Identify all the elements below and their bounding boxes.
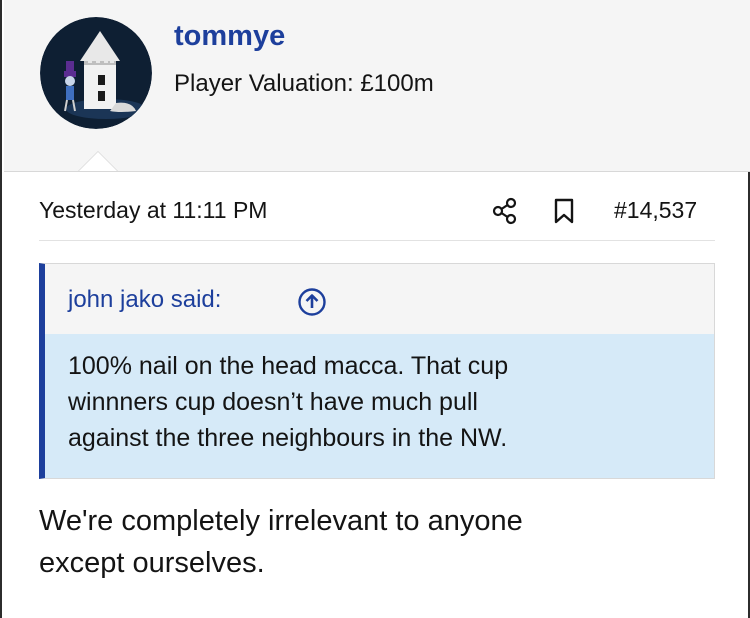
quote-header: john jako said:: [45, 264, 714, 334]
meta-divider: [39, 240, 715, 241]
quote-line: against the three neighbours in the NW.: [68, 424, 508, 452]
user-header: tommye Player Valuation: £100m: [4, 0, 750, 172]
post-message: We're completely irrelevant to anyone ex…: [39, 500, 679, 584]
quote-body: 100% nail on the head macca. That cup wi…: [45, 334, 714, 478]
user-title: Player Valuation: £100m: [174, 70, 434, 97]
post-container: tommye Player Valuation: £100m Yesterday…: [0, 0, 750, 618]
username-link[interactable]: tommye: [174, 20, 285, 53]
quote-text: 100% nail on the head macca. That cup wi…: [68, 348, 688, 456]
post-date[interactable]: Yesterday at 11:11 PM: [39, 197, 267, 224]
quote-line: 100% nail on the head macca. That cup: [68, 352, 509, 380]
message-line: except ourselves.: [39, 547, 265, 579]
quote-author-link[interactable]: john jako said:: [68, 286, 221, 314]
user-header-pointer: [78, 151, 118, 171]
message-line: We're completely irrelevant to anyone: [39, 505, 523, 537]
quote-block: john jako said: 100% nail on the head ma…: [39, 263, 715, 479]
bookmark-icon[interactable]: [552, 198, 576, 224]
quote-line: winnners cup doesn’t have much pull: [68, 388, 478, 416]
arrow-up-circle-icon[interactable]: [297, 287, 327, 317]
share-icon[interactable]: [491, 197, 519, 225]
avatar[interactable]: [40, 17, 152, 129]
post-number-link[interactable]: #14,537: [614, 197, 697, 224]
lighthouse-tower-avatar-icon: [40, 17, 152, 129]
